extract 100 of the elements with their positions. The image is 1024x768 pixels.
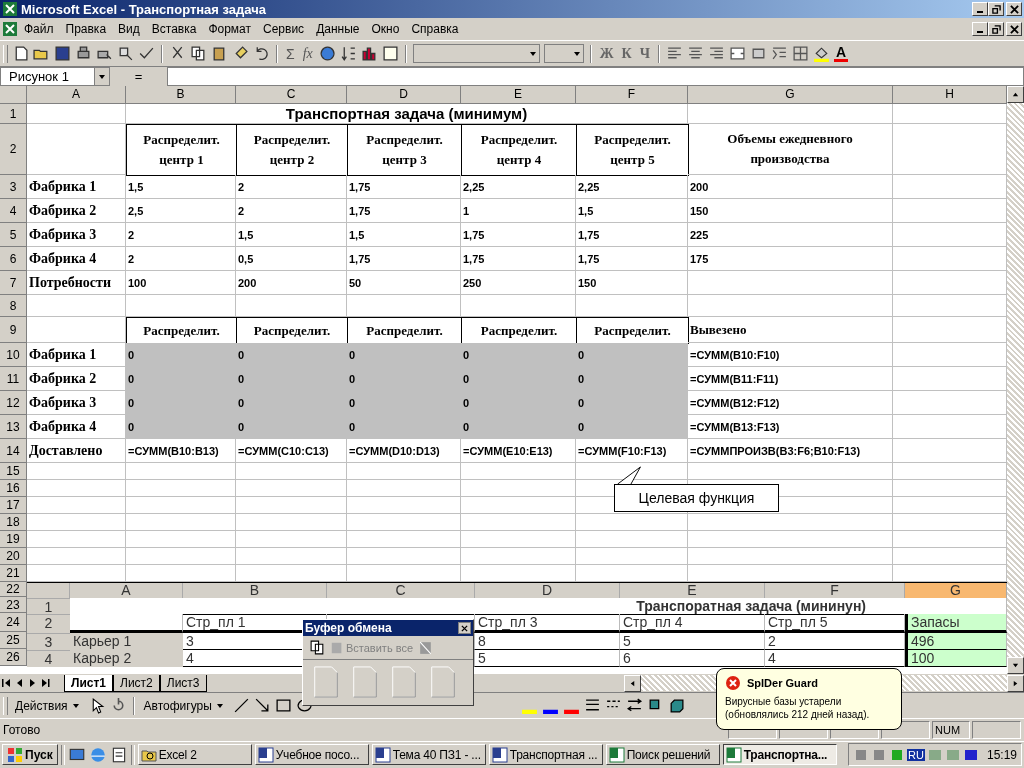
sheet-tab[interactable]: Лист2 — [113, 674, 160, 692]
close-button[interactable] — [458, 622, 471, 634]
magnifier-icon[interactable] — [117, 45, 134, 62]
menu-item[interactable]: Данные — [310, 22, 366, 36]
minimize-button[interactable] — [972, 2, 988, 16]
column-header[interactable]: A — [27, 86, 126, 104]
format-button[interactable]: Ч — [637, 45, 653, 62]
dropdown-arrow-icon[interactable] — [96, 72, 108, 81]
menu-item[interactable]: Файл — [18, 22, 60, 36]
row-header[interactable]: 13 — [0, 415, 27, 439]
taskbar-button[interactable]: Транспортная ... — [488, 744, 603, 765]
column-header[interactable]: E — [461, 86, 576, 104]
taskbar-button[interactable]: Транспортна... — [722, 744, 837, 765]
row-header[interactable]: 4 — [0, 199, 27, 223]
scroll-left-button[interactable] — [624, 675, 641, 692]
language-indicator[interactable]: RU — [907, 748, 925, 761]
borders-icon[interactable] — [792, 45, 810, 62]
row-header[interactable]: 14 — [0, 439, 27, 463]
autoshapes-menu[interactable]: Автофигуры — [140, 698, 229, 713]
row-header[interactable]: 21 — [0, 565, 27, 582]
scroll-up-button[interactable] — [1007, 86, 1024, 103]
row-header[interactable]: 5 — [0, 223, 27, 247]
column-header[interactable]: C — [236, 86, 347, 104]
name-box[interactable]: Рисунок 1 — [0, 67, 110, 86]
menu-item[interactable]: Сервис — [257, 22, 311, 36]
font-color-button[interactable]: A — [834, 45, 849, 62]
restore-button[interactable] — [988, 2, 1004, 16]
column-header[interactable]: F — [576, 86, 688, 104]
row-header[interactable]: 6 — [0, 247, 27, 271]
row-header[interactable]: 8 — [0, 295, 27, 317]
format-button[interactable]: Ж — [597, 45, 616, 62]
insert-function-button[interactable]: fx — [300, 45, 315, 62]
menu-item[interactable]: Формат — [202, 22, 258, 36]
row-header[interactable]: 10 — [0, 343, 27, 367]
save-icon[interactable] — [54, 45, 71, 62]
globe-icon[interactable] — [318, 45, 336, 62]
row-header[interactable]: 25 — [0, 632, 27, 649]
sheet-tab[interactable]: Лист1 — [64, 674, 114, 692]
font-size-dropdown[interactable] — [543, 44, 584, 63]
chart-icon[interactable] — [360, 45, 378, 62]
row-header[interactable]: 7 — [0, 271, 27, 295]
row-header[interactable]: 22 — [0, 582, 27, 597]
scroll-down-button[interactable] — [1007, 657, 1024, 674]
format-button[interactable]: К — [619, 45, 634, 62]
actions-menu[interactable]: Действия — [12, 698, 85, 713]
row-header[interactable]: 17 — [0, 497, 27, 514]
menu-item[interactable]: Справка — [405, 22, 465, 36]
vertical-scrollbar[interactable] — [1007, 86, 1024, 674]
taskbar-button[interactable]: Excel 2 — [137, 744, 252, 765]
empty-clip-slot-icon[interactable] — [391, 666, 417, 698]
menu-item[interactable]: Правка — [59, 22, 113, 36]
row-header[interactable]: 11 — [0, 367, 27, 391]
row-header[interactable]: 15 — [0, 463, 27, 480]
column-header[interactable]: B — [126, 86, 236, 104]
row-header[interactable]: 23 — [0, 597, 27, 613]
autosum-button[interactable]: Σ — [284, 45, 297, 62]
restore-button[interactable] — [988, 22, 1004, 36]
column-header[interactable]: H — [893, 86, 1007, 104]
row-header[interactable]: 9 — [0, 317, 27, 343]
merge-cells-icon[interactable] — [729, 45, 747, 62]
column-header[interactable]: D — [347, 86, 461, 104]
scroll-right-button[interactable] — [1007, 675, 1024, 692]
menu-item[interactable]: Вставка — [145, 22, 203, 36]
copy-icon[interactable] — [190, 45, 207, 62]
row-header[interactable]: 20 — [0, 548, 27, 565]
row-header[interactable]: 26 — [0, 649, 27, 666]
menu-item[interactable]: Окно — [365, 22, 406, 36]
menu-item[interactable]: Вид — [112, 22, 146, 36]
row-header[interactable]: 16 — [0, 480, 27, 497]
spreadsheet-icon — [725, 746, 742, 763]
row-header[interactable]: 1 — [0, 104, 27, 124]
row-header[interactable]: 12 — [0, 391, 27, 415]
empty-clip-slot-icon[interactable] — [352, 666, 378, 698]
row-header[interactable]: 2 — [0, 124, 27, 175]
sort-icon[interactable] — [339, 45, 357, 62]
start-button[interactable]: Пуск — [2, 744, 58, 765]
arrow-style-icon[interactable] — [625, 697, 643, 714]
minimize-button[interactable] — [972, 22, 988, 36]
fill-color-icon[interactable] — [813, 45, 831, 62]
line-icon[interactable] — [232, 697, 250, 714]
sheet-tab[interactable]: Лист3 — [159, 674, 207, 692]
indent-icon[interactable] — [771, 45, 789, 62]
brush-icon[interactable] — [232, 45, 249, 62]
select-all-button[interactable] — [0, 86, 27, 104]
empty-clip-slot-icon[interactable] — [430, 666, 456, 698]
row-header[interactable]: 3 — [0, 175, 27, 199]
row-header[interactable]: 18 — [0, 514, 27, 531]
spellcheck-icon[interactable] — [138, 45, 155, 62]
taskbar-button[interactable]: Тема 40 ПЗ1 - ... — [371, 744, 486, 765]
rectangle-icon[interactable] — [274, 697, 292, 714]
empty-clip-slot-icon[interactable] — [313, 666, 339, 698]
column-header[interactable]: G — [688, 86, 893, 104]
taskbar-button[interactable]: Поиск решений — [605, 744, 720, 765]
row-header[interactable]: 19 — [0, 531, 27, 548]
row-header[interactable]: 24 — [0, 613, 27, 632]
font-name-dropdown[interactable] — [412, 44, 540, 63]
arrow-icon[interactable] — [253, 697, 271, 714]
taskbar-button[interactable]: Учебное посо... — [254, 744, 369, 765]
copy-icon[interactable] — [309, 639, 326, 656]
formula-input[interactable] — [167, 67, 1024, 86]
